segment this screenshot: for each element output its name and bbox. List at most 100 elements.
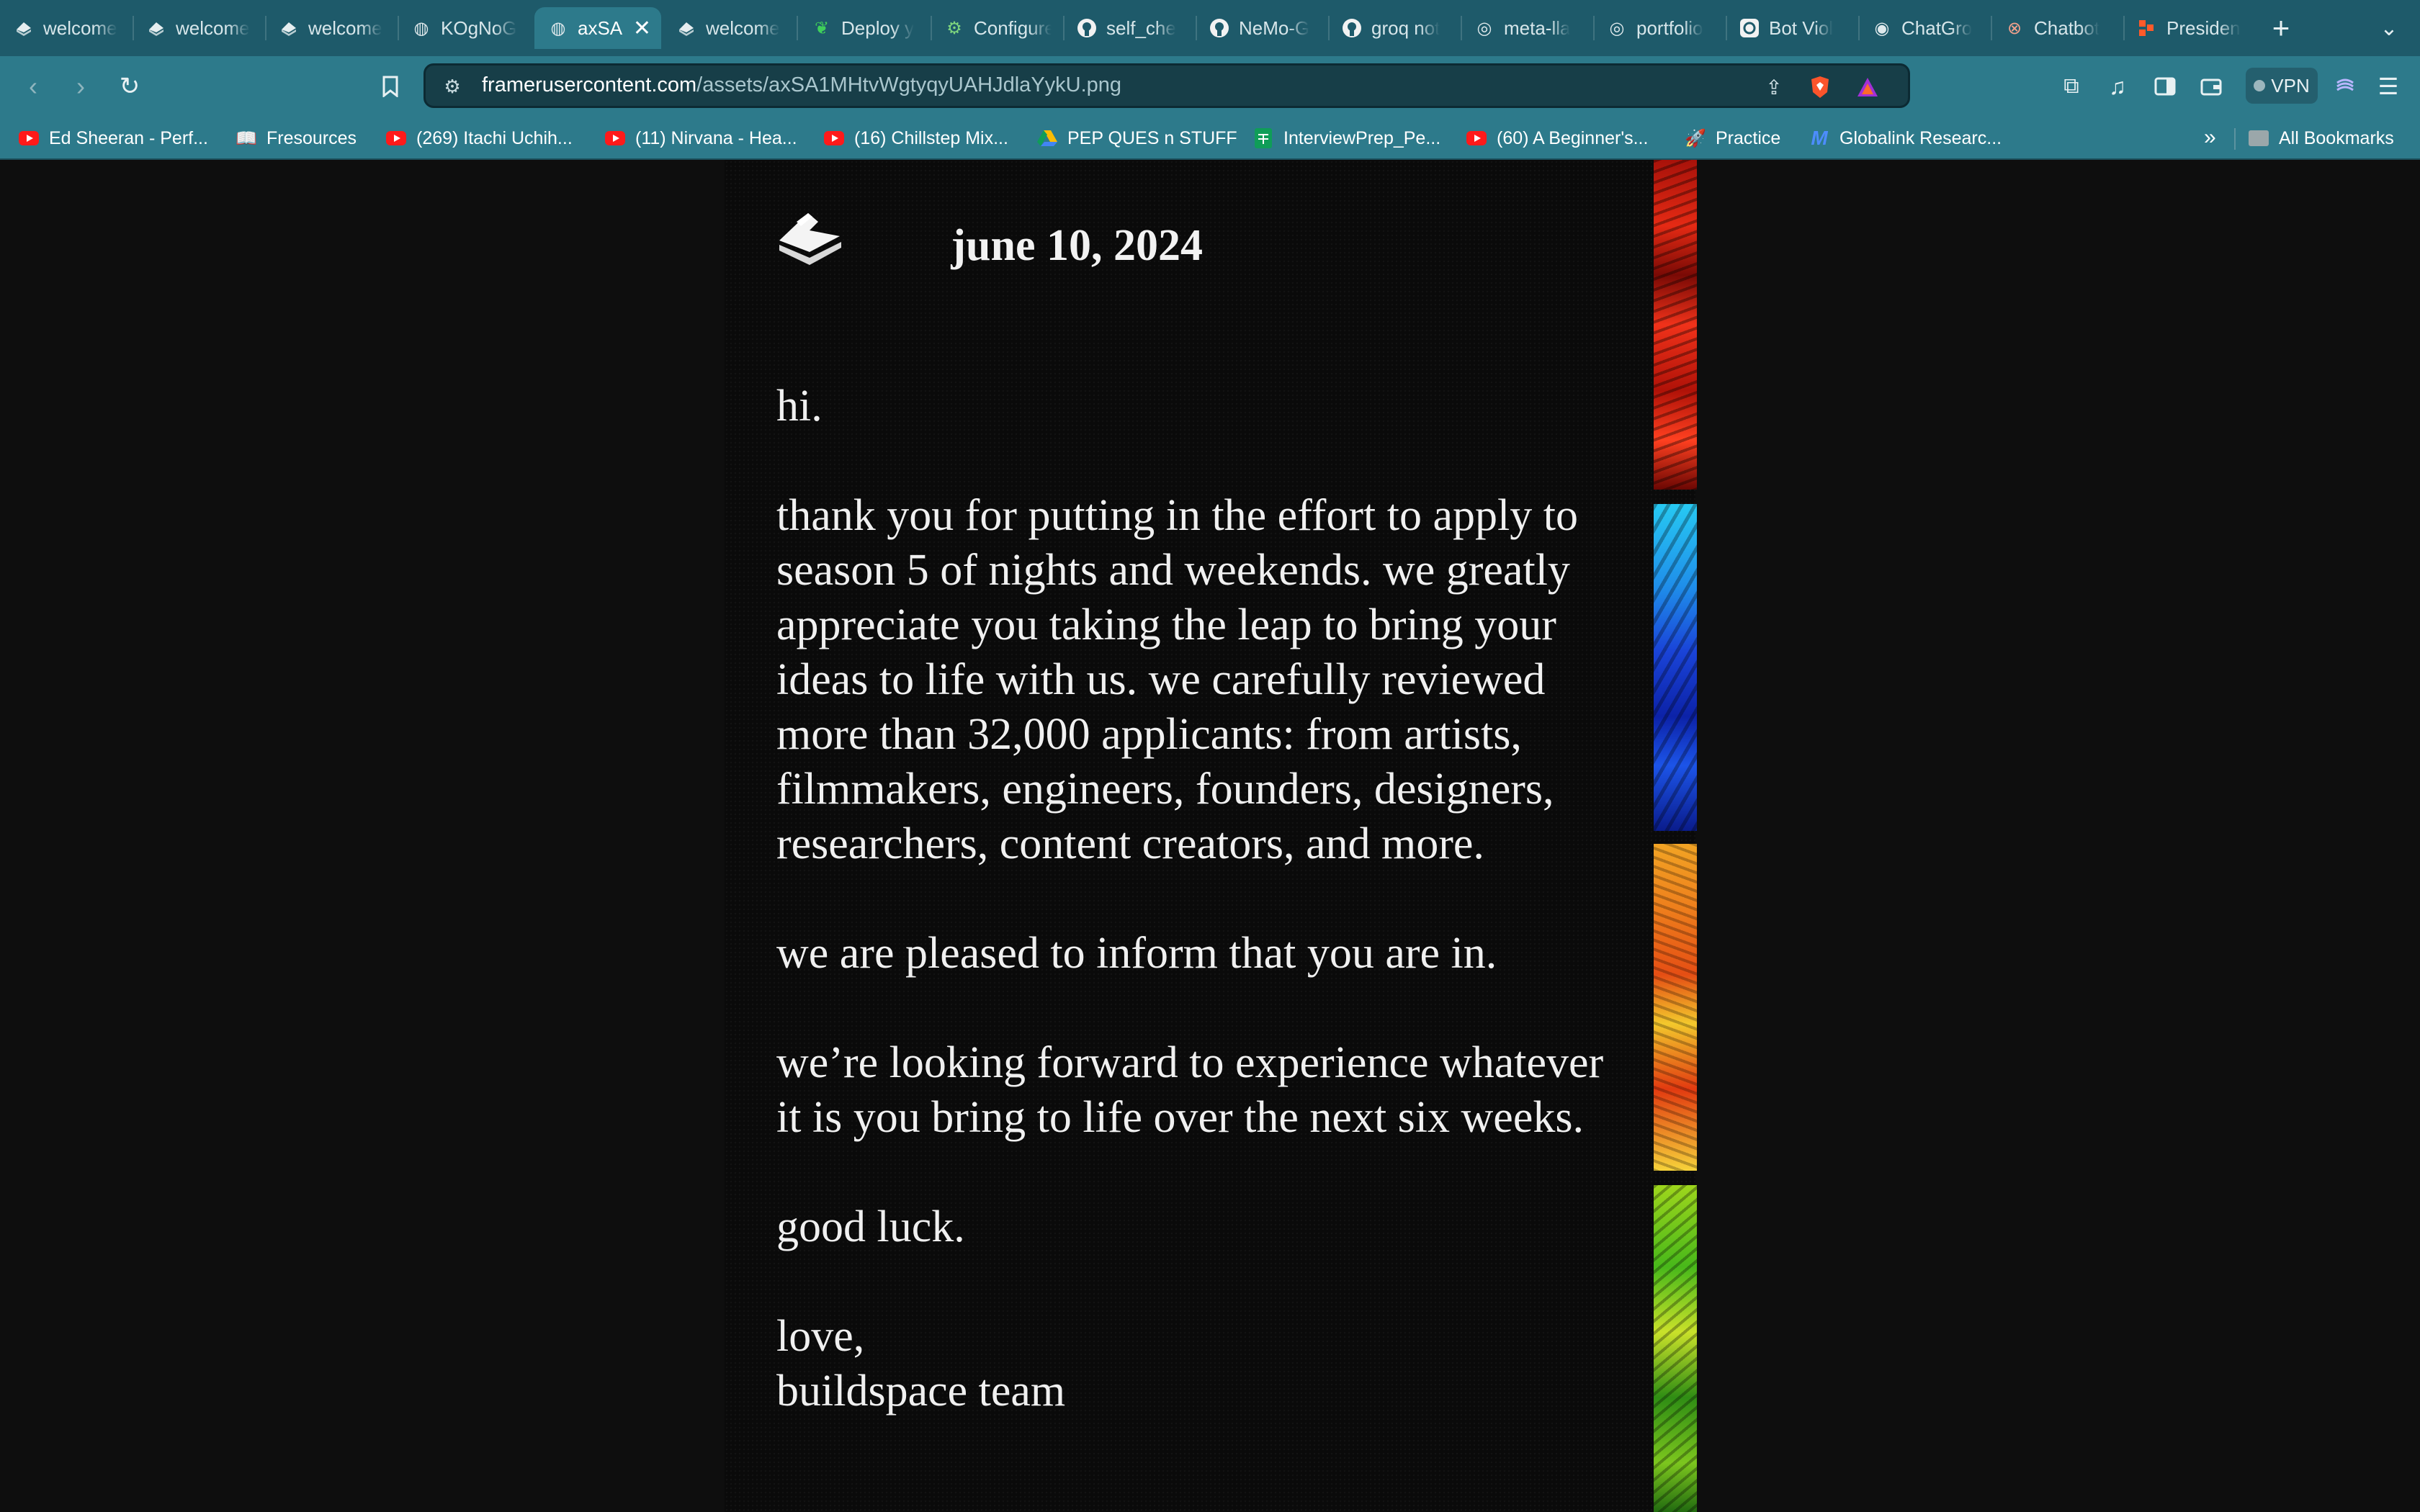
- vpn-label: VPN: [2271, 74, 2310, 96]
- tab[interactable]: welcome: [676, 7, 784, 49]
- tab-divider: [2123, 16, 2125, 40]
- gear-icon: ⚙: [946, 18, 962, 38]
- tab[interactable]: self_che: [1076, 7, 1184, 49]
- tab[interactable]: ◎ portfolio: [1606, 7, 1714, 49]
- bookmark-label: (60) A Beginner's...: [1497, 127, 1649, 148]
- tab-title: groq not: [1371, 17, 1440, 39]
- bookmark-item[interactable]: (60) A Beginner's...: [1466, 125, 1648, 151]
- tab[interactable]: ⊗ Chatbot: [2004, 7, 2112, 49]
- globe-icon: ◍: [413, 18, 429, 38]
- close-icon[interactable]: ✕: [633, 16, 651, 41]
- tab-list-chevron-icon[interactable]: ⌄: [2370, 9, 2408, 48]
- bookmark-item[interactable]: (16) Chillstep Mix...: [824, 125, 1008, 151]
- book-icon: 📖: [236, 128, 257, 148]
- tab-divider: [133, 16, 134, 40]
- sheets-icon: [1253, 128, 1273, 148]
- replicate-icon: ◎: [1476, 18, 1492, 38]
- bookmark-label: Fresources: [266, 127, 357, 148]
- tab-title: axSA: [578, 17, 623, 39]
- tab-divider: [1461, 16, 1462, 40]
- tab[interactable]: Bot Viol: [1739, 7, 1847, 49]
- reload-button[interactable]: ↻: [109, 66, 150, 107]
- presidio-icon: [2136, 17, 2158, 39]
- decorative-stripe-orange: [1654, 844, 1697, 1171]
- wallet-icon[interactable]: [2191, 66, 2231, 107]
- bookmark-item[interactable]: InterviewPrep_Pe...: [1253, 125, 1440, 151]
- tab[interactable]: welcome: [278, 7, 386, 49]
- tab[interactable]: NeMo-G: [1209, 7, 1317, 49]
- media-icon[interactable]: ♫: [2097, 66, 2138, 107]
- url-path: /assets/axSA1MHtvWgtyqyUAHJdlaYykU.png: [696, 73, 1122, 96]
- extensions-icon[interactable]: ⧉: [2051, 66, 2092, 107]
- address-url[interactable]: framerusercontent.com/assets/axSA1MHtvWg…: [482, 73, 1121, 97]
- openai-icon: [1739, 17, 1760, 39]
- bookmark-label: PEP QUES n STUFF: [1067, 127, 1237, 148]
- tab[interactable]: Presiden: [2136, 7, 2244, 49]
- all-bookmarks-button[interactable]: All Bookmarks: [2249, 125, 2394, 151]
- buildspace-icon: [278, 17, 300, 39]
- new-tab-button[interactable]: +: [2262, 9, 2300, 48]
- tab[interactable]: ◍ KOgNoG: [411, 7, 519, 49]
- tab-title: welcome: [706, 17, 780, 39]
- share-icon[interactable]: ⇪: [1760, 73, 1788, 102]
- buildspace-logo-icon: [775, 207, 847, 268]
- tab[interactable]: welcome: [145, 7, 254, 49]
- tab[interactable]: ◎ meta-lla: [1474, 7, 1582, 49]
- bookmark-item[interactable]: PEP QUES n STUFF: [1037, 125, 1237, 151]
- buildspace-icon: [676, 17, 697, 39]
- tab-title: welcome: [308, 17, 382, 39]
- youtube-icon: [605, 128, 625, 148]
- bookmark-label: (11) Nirvana - Hea...: [635, 127, 797, 148]
- google-drive-icon: [1037, 128, 1057, 148]
- bookmarks-divider: [2234, 128, 2236, 150]
- tab-title: meta-lla: [1504, 17, 1571, 39]
- replicate-icon: ◎: [1609, 18, 1625, 38]
- menu-icon[interactable]: ☰: [2368, 66, 2408, 107]
- bookmarks-bar: Ed Sheeran - Perf... 📖 Fresources (269) …: [0, 117, 2420, 160]
- tab[interactable]: welcome: [13, 7, 121, 49]
- tab[interactable]: groq not: [1341, 7, 1449, 49]
- site-settings-icon[interactable]: ⚙: [440, 74, 465, 99]
- letter-body: hi. thank you for putting in the effort …: [776, 379, 1612, 1418]
- brave-shields-icon[interactable]: [1806, 73, 1834, 102]
- tab-title: welcome: [176, 17, 250, 39]
- all-bookmarks-label: All Bookmarks: [2279, 127, 2394, 148]
- tab[interactable]: ⚙ Configure: [944, 7, 1052, 49]
- bookmark-item[interactable]: M Globalink Researc...: [1809, 125, 2002, 151]
- letter-greeting: hi.: [776, 382, 823, 431]
- tab-title: Presiden: [2166, 17, 2241, 39]
- tab-title: welcome: [43, 17, 117, 39]
- address-bar[interactable]: ⚙ framerusercontent.com/assets/axSA1MHtv…: [424, 63, 1910, 108]
- browser-toolbar: ‹ › ↻ ⚙ framerusercontent.com/assets/axS…: [0, 56, 2420, 117]
- github-icon: [1076, 17, 1098, 39]
- leo-ai-icon[interactable]: [2325, 66, 2365, 107]
- vpn-button[interactable]: VPN: [2246, 68, 2318, 104]
- tab[interactable]: ◉ ChatGro: [1871, 7, 1979, 49]
- tab[interactable]: ❦ Deploy y: [811, 7, 919, 49]
- tab-divider: [1858, 16, 1860, 40]
- bookmark-item[interactable]: 🚀 Practice: [1685, 125, 1780, 151]
- tab-divider: [1991, 16, 1992, 40]
- tab-divider: [1196, 16, 1197, 40]
- bookmark-label: Ed Sheeran - Perf...: [49, 127, 208, 148]
- bookmark-item[interactable]: Ed Sheeran - Perf...: [19, 125, 208, 151]
- letter-paragraph: we are pleased to inform that you are in…: [776, 929, 1497, 978]
- back-button[interactable]: ‹: [13, 66, 53, 107]
- tab-strip: welcome welcome welcome ◍ KOgNoG ◍ axSA …: [0, 0, 2420, 56]
- forward-button[interactable]: ›: [60, 66, 101, 107]
- bookmark-button[interactable]: [370, 66, 411, 107]
- letter-paragraph: we’re looking forward to experience what…: [776, 1038, 1604, 1142]
- brave-rewards-icon[interactable]: [1853, 73, 1882, 102]
- tab-active[interactable]: ◍ axSA ✕: [534, 7, 661, 49]
- bookmark-item[interactable]: (11) Nirvana - Hea...: [605, 125, 797, 151]
- youtube-icon: [824, 128, 844, 148]
- sidebar-icon[interactable]: [2145, 66, 2185, 107]
- tab-divider: [931, 16, 932, 40]
- youtube-icon: [19, 128, 39, 148]
- more-bookmarks-chevron-icon[interactable]: »: [2204, 125, 2216, 150]
- bookmark-item[interactable]: 📖 Fresources: [236, 125, 357, 151]
- letter-signoff: love,: [776, 1312, 865, 1361]
- bookmark-item[interactable]: (269) Itachi Uchih...: [386, 125, 573, 151]
- bookmark-label: Practice: [1716, 127, 1781, 148]
- mitacs-icon: M: [1811, 127, 1828, 149]
